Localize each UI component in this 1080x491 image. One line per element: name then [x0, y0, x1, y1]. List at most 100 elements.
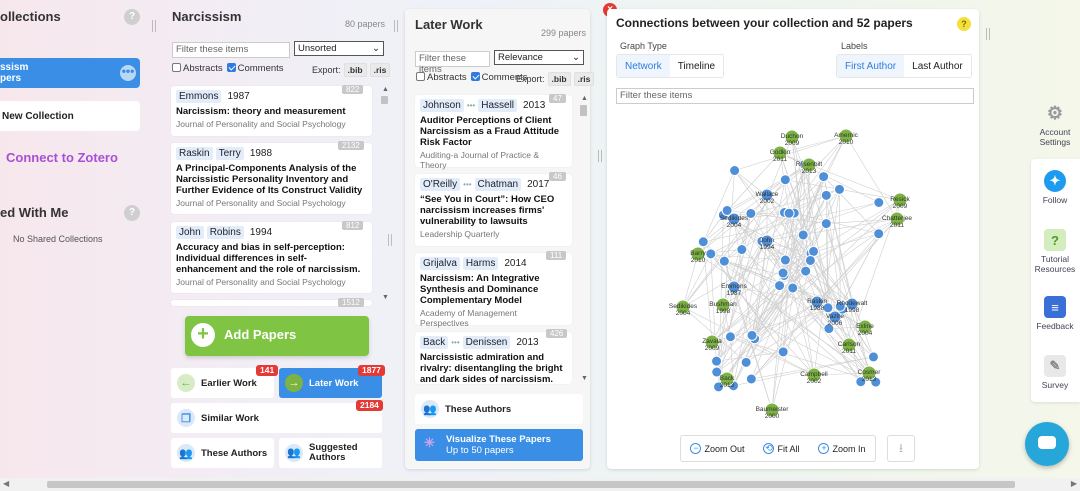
- paper-node[interactable]: [777, 267, 789, 279]
- paper-card[interactable]: Grijalva Harms 2014 Narcissism: An Integ…: [415, 253, 572, 328]
- export-bib-button[interactable]: .bib: [547, 72, 571, 86]
- timeline-option[interactable]: Timeline: [670, 55, 723, 77]
- paper-node[interactable]: [777, 346, 789, 358]
- suggested-authors-button[interactable]: 👥 Suggested Authors: [279, 438, 382, 468]
- export-ris-button[interactable]: .ris: [573, 72, 595, 86]
- drag-handle[interactable]: [388, 234, 392, 246]
- network-graph[interactable]: Duchon2009Amernic2010Godkin2011Rijsenbil…: [607, 109, 979, 429]
- export-ris-button[interactable]: .ris: [369, 63, 391, 77]
- paper-node[interactable]: [873, 197, 885, 209]
- author-chip[interactable]: Robins: [206, 226, 244, 239]
- paper-node[interactable]: [867, 351, 879, 363]
- author-chip[interactable]: Chatman: [474, 178, 522, 191]
- last-author-option[interactable]: Last Author: [904, 55, 971, 77]
- abstracts-toggle[interactable]: Abstracts: [172, 63, 223, 74]
- scroll-right-icon[interactable]: ▶: [1071, 479, 1077, 488]
- feedback-button[interactable]: ≡ Feedback: [1030, 296, 1080, 331]
- paper-node[interactable]: [820, 189, 832, 201]
- author-chip[interactable]: Emmons: [176, 90, 222, 103]
- author-chip[interactable]: Grijalva: [420, 257, 460, 270]
- sort-select[interactable]: Relevance ⌄: [494, 50, 584, 65]
- visualize-button[interactable]: ✳ Visualize These Papers Up to 50 papers: [415, 429, 583, 461]
- paper-card[interactable]: O'Reilly ••• Chatman 2017 “See You in Co…: [415, 174, 572, 246]
- first-author-option[interactable]: First Author: [837, 55, 905, 77]
- author-chip[interactable]: Hassell: [478, 99, 518, 112]
- paper-card[interactable]: Johnson ••• Hassell 2013 Auditor Percept…: [415, 95, 572, 170]
- paper-node[interactable]: [745, 373, 757, 385]
- these-authors-button[interactable]: 👥 These Authors: [415, 394, 583, 424]
- scroll-thumb[interactable]: [381, 96, 388, 104]
- paper-node[interactable]: [797, 229, 809, 241]
- scroll-up-icon[interactable]: ▲: [382, 86, 389, 93]
- add-papers-button[interactable]: + Add Papers: [185, 316, 369, 356]
- these-authors-button[interactable]: 👥 These Authors: [171, 438, 274, 468]
- paper-card[interactable]: Back ••• Denissen 2013 Narcissistic admi…: [415, 332, 572, 384]
- paper-node[interactable]: [820, 218, 832, 230]
- paper-node[interactable]: [833, 183, 845, 195]
- help-icon[interactable]: ?: [957, 17, 971, 31]
- scroll-up-icon[interactable]: ▲: [581, 95, 588, 102]
- similar-work-button[interactable]: ❐ Similar Work: [171, 403, 382, 433]
- paper-node[interactable]: [705, 248, 717, 260]
- account-settings-button[interactable]: ⚙ Account Settings: [1030, 102, 1080, 148]
- paper-node[interactable]: [873, 228, 885, 240]
- zoom-in-button[interactable]: + Zoom In: [818, 443, 866, 454]
- more-options-icon[interactable]: •••: [120, 65, 136, 81]
- paper-node[interactable]: [787, 282, 799, 294]
- connect-zotero-link[interactable]: Connect to Zotero: [6, 150, 118, 165]
- author-chip[interactable]: O'Reilly: [420, 178, 461, 191]
- paper-node[interactable]: [746, 329, 758, 341]
- paper-card[interactable]: Raskin Terry 1988 A Principal-Components…: [171, 143, 372, 214]
- comments-toggle[interactable]: Comments: [226, 63, 284, 74]
- scroll-thumb[interactable]: [47, 481, 1015, 488]
- help-icon[interactable]: ?: [124, 205, 140, 221]
- author-chip[interactable]: Johnson: [420, 99, 464, 112]
- paper-card[interactable]: John Robins 1994 Accuracy and bias in se…: [171, 222, 372, 293]
- paper-node[interactable]: [736, 244, 748, 256]
- author-chip[interactable]: Raskin: [176, 147, 213, 160]
- abstracts-toggle[interactable]: Abstracts: [416, 72, 467, 83]
- scrollbar[interactable]: [381, 96, 388, 296]
- paper-node[interactable]: [804, 254, 816, 266]
- author-chip[interactable]: Back: [420, 336, 449, 349]
- tutorial-resources-button[interactable]: ? Tutorial Resources: [1030, 229, 1080, 274]
- network-option[interactable]: Network: [617, 55, 670, 77]
- export-bib-button[interactable]: .bib: [343, 63, 367, 77]
- paper-node[interactable]: [729, 165, 741, 177]
- scroll-left-icon[interactable]: ◀: [3, 479, 9, 488]
- paper-node[interactable]: [808, 245, 820, 257]
- paper-node[interactable]: [783, 207, 795, 219]
- survey-button[interactable]: ✎ Survey: [1030, 355, 1080, 390]
- paper-node[interactable]: [711, 355, 723, 367]
- paper-node[interactable]: [724, 331, 736, 343]
- scroll-down-icon[interactable]: ▼: [581, 375, 588, 382]
- paper-node[interactable]: [818, 171, 830, 183]
- graph-filter-input[interactable]: Filter these items: [616, 88, 974, 104]
- filter-input[interactable]: Filter these items: [415, 51, 490, 75]
- drag-handle[interactable]: [152, 20, 156, 32]
- author-chip[interactable]: Denissen: [462, 336, 511, 349]
- follow-button[interactable]: ✦ Follow: [1030, 170, 1080, 205]
- chat-icon[interactable]: [1025, 422, 1069, 466]
- download-icon[interactable]: ⭳: [887, 435, 915, 462]
- collection-item-narcissism[interactable]: ssism pers •••: [0, 58, 140, 88]
- help-icon[interactable]: ?: [124, 9, 140, 25]
- paper-node[interactable]: [718, 255, 730, 267]
- new-collection-button[interactable]: New Collection: [0, 101, 140, 131]
- scroll-thumb[interactable]: [580, 105, 587, 116]
- paper-node[interactable]: [740, 356, 752, 368]
- paper-node[interactable]: [779, 174, 791, 186]
- paper-node[interactable]: [697, 236, 709, 248]
- sort-select[interactable]: Unsorted ⌄: [294, 41, 384, 56]
- author-chip[interactable]: Terry: [215, 147, 244, 160]
- horizontal-scrollbar[interactable]: ◀ ▶: [0, 478, 1080, 491]
- zoom-out-button[interactable]: − Zoom Out: [690, 443, 745, 454]
- paper-node[interactable]: [779, 254, 791, 266]
- scroll-down-icon[interactable]: ▼: [382, 294, 389, 301]
- author-chip[interactable]: Harms: [462, 257, 499, 270]
- author-chip[interactable]: John: [176, 226, 204, 239]
- drag-handle[interactable]: [394, 20, 398, 32]
- drag-handle[interactable]: [598, 150, 602, 162]
- paper-node[interactable]: [800, 265, 812, 277]
- fit-all-button[interactable]: ⟲ Fit All: [763, 443, 800, 454]
